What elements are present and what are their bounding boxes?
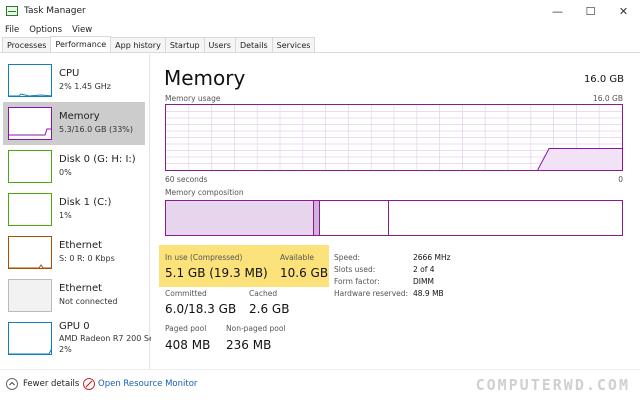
sidebar-item-disk-1[interactable]: Disk 1 (C:) 1% xyxy=(3,188,145,231)
committed-value: 6.0/18.3 GB xyxy=(165,302,237,316)
speed-value: 2666 MHz xyxy=(413,253,451,262)
memory-usage-max: 16.0 GB xyxy=(592,94,623,103)
resource-monitor-icon[interactable] xyxy=(83,378,95,390)
receive-value: 0 Kbps xyxy=(87,254,115,263)
memory-total: 16.0 GB xyxy=(583,74,624,85)
memory-composition-bar xyxy=(165,200,623,236)
send-value: 0 xyxy=(69,254,75,263)
sidebar-item-title: Ethernet xyxy=(59,240,103,251)
available-label: Available xyxy=(280,253,314,262)
sidebar-item-disk-0[interactable]: Disk 0 (G: H: I:) 0% xyxy=(3,145,145,188)
sidebar-item-title: Ethernet xyxy=(59,283,103,294)
hardware-reserved-label: Hardware reserved: xyxy=(334,289,409,298)
tab-services[interactable]: Services xyxy=(271,37,316,52)
memory-thumb-line xyxy=(9,128,51,136)
committed-label: Committed xyxy=(165,289,207,298)
hardware-reserved-value: 48.9 MB xyxy=(413,289,444,298)
memory-usage-chart xyxy=(166,105,622,171)
cached-value: 2.6 GB xyxy=(249,302,290,316)
available-value: 10.6 GB xyxy=(280,266,329,280)
sidebar-item-title: CPU xyxy=(59,68,80,79)
sidebar-item-memory[interactable]: Memory 5.3/16.0 GB (33%) xyxy=(3,102,145,145)
disk-1-thumbnail xyxy=(8,193,52,226)
tab-processes[interactable]: Processes xyxy=(2,37,52,52)
tab-performance[interactable]: Performance xyxy=(50,36,112,52)
window-title: Task Manager xyxy=(24,6,86,16)
non-paged-pool-label: Non-paged pool xyxy=(226,324,286,333)
disk-0-thumbnail xyxy=(8,150,52,183)
footer: Fewer details Open Resource Monitor COMP… xyxy=(0,369,640,401)
maximize-button[interactable]: ☐ xyxy=(574,0,607,22)
sidebar-item-subtitle: 2% 1.45 GHz xyxy=(59,82,112,91)
memory-usage-label: Memory usage xyxy=(165,94,221,103)
sidebar-item-title: GPU 0 xyxy=(59,321,90,332)
menu-file[interactable]: File xyxy=(0,25,24,35)
in-use-label: In use (Compressed) xyxy=(165,253,243,262)
window-controls: — ☐ ✕ xyxy=(541,0,640,22)
sidebar-item-title: Disk 1 (C:) xyxy=(59,197,112,208)
slots-used-label: Slots used: xyxy=(334,265,376,274)
memory-composition-label: Memory composition xyxy=(165,188,244,197)
send-label: S: xyxy=(59,254,67,263)
cpu-thumb-line xyxy=(9,93,51,96)
memory-usage-graph xyxy=(165,104,623,171)
sidebar-item-ethernet-1[interactable]: Ethernet S: 0 R: 0 Kbps xyxy=(3,231,145,274)
form-factor-label: Form factor: xyxy=(334,277,380,286)
tab-app-history[interactable]: App history xyxy=(110,37,166,52)
cached-label: Cached xyxy=(249,289,278,298)
chevron-up-icon[interactable] xyxy=(6,378,18,390)
time-axis-start: 60 seconds xyxy=(165,175,208,184)
gpu-thumbnail xyxy=(8,322,52,355)
ethernet-thumbnail xyxy=(8,236,52,269)
time-axis-end: 0 xyxy=(618,175,623,184)
sidebar-item-ethernet-2[interactable]: Ethernet Not connected xyxy=(3,274,145,317)
tab-details[interactable]: Details xyxy=(234,37,273,52)
sidebar-item-subtitle: AMD Radeon R7 200 Ser xyxy=(59,334,158,343)
paged-pool-value: 408 MB xyxy=(165,338,211,352)
composition-free[interactable] xyxy=(389,201,622,235)
memory-usage-area xyxy=(537,148,622,170)
close-button[interactable]: ✕ xyxy=(607,0,640,22)
watermark-text: COMPUTERWD.COM xyxy=(475,376,630,394)
slots-used-value: 2 of 4 xyxy=(413,265,435,274)
sidebar-item-subtitle: S: 0 R: 0 Kbps xyxy=(59,254,115,263)
sidebar-item-subtitle: 5.3/16.0 GB (33%) xyxy=(59,125,134,134)
menu-options[interactable]: Options xyxy=(24,25,67,35)
paged-pool-label: Paged pool xyxy=(165,324,207,333)
composition-in-use[interactable] xyxy=(166,201,314,235)
minimize-button[interactable]: — xyxy=(541,0,574,22)
receive-label: R: xyxy=(76,254,85,263)
cpu-thumbnail xyxy=(8,64,52,97)
task-manager-icon xyxy=(6,6,18,16)
form-factor-value: DIMM xyxy=(413,277,434,286)
sidebar-item-title: Memory xyxy=(59,111,100,122)
menu-bar: File Options View xyxy=(0,22,97,37)
speed-label: Speed: xyxy=(334,253,361,262)
non-paged-pool-value: 236 MB xyxy=(226,338,272,352)
memory-thumbnail xyxy=(8,107,52,140)
page-title: Memory xyxy=(164,66,246,90)
sidebar-item-cpu[interactable]: CPU 2% 1.45 GHz xyxy=(3,59,145,102)
sidebar-item-subtitle: 1% xyxy=(59,211,72,220)
sidebar-item-subtitle: Not connected xyxy=(59,297,118,306)
tab-bar: Processes Performance App history Startu… xyxy=(0,36,640,53)
ethernet-thumb-line xyxy=(9,264,51,268)
in-use-value: 5.1 GB (19.3 MB) xyxy=(165,266,268,280)
tab-startup[interactable]: Startup xyxy=(164,37,205,52)
sidebar-item-subtitle: 0% xyxy=(59,168,72,177)
menu-view[interactable]: View xyxy=(67,25,97,35)
fewer-details-link[interactable]: Fewer details xyxy=(23,379,79,389)
gpu-thumb-line xyxy=(9,348,51,354)
memory-panel: Memory 16.0 GB Memory usage 16.0 GB 60 s… xyxy=(151,54,640,369)
performance-sidebar: CPU 2% 1.45 GHz Memory 5.3/16.0 GB (33%)… xyxy=(0,54,157,369)
title-bar: Task Manager — ☐ ✕ xyxy=(0,0,640,22)
sidebar-item-title: Disk 0 (G: H: I:) xyxy=(59,154,136,165)
sidebar-item-subtitle-2: 2% xyxy=(59,345,72,354)
tab-users[interactable]: Users xyxy=(203,37,236,52)
open-resource-monitor-link[interactable]: Open Resource Monitor xyxy=(98,379,197,389)
sidebar-item-gpu-0[interactable]: GPU 0 AMD Radeon R7 200 Ser 2% xyxy=(3,317,157,365)
ethernet-disconnected-thumbnail xyxy=(8,279,52,312)
composition-standby[interactable] xyxy=(320,201,389,235)
